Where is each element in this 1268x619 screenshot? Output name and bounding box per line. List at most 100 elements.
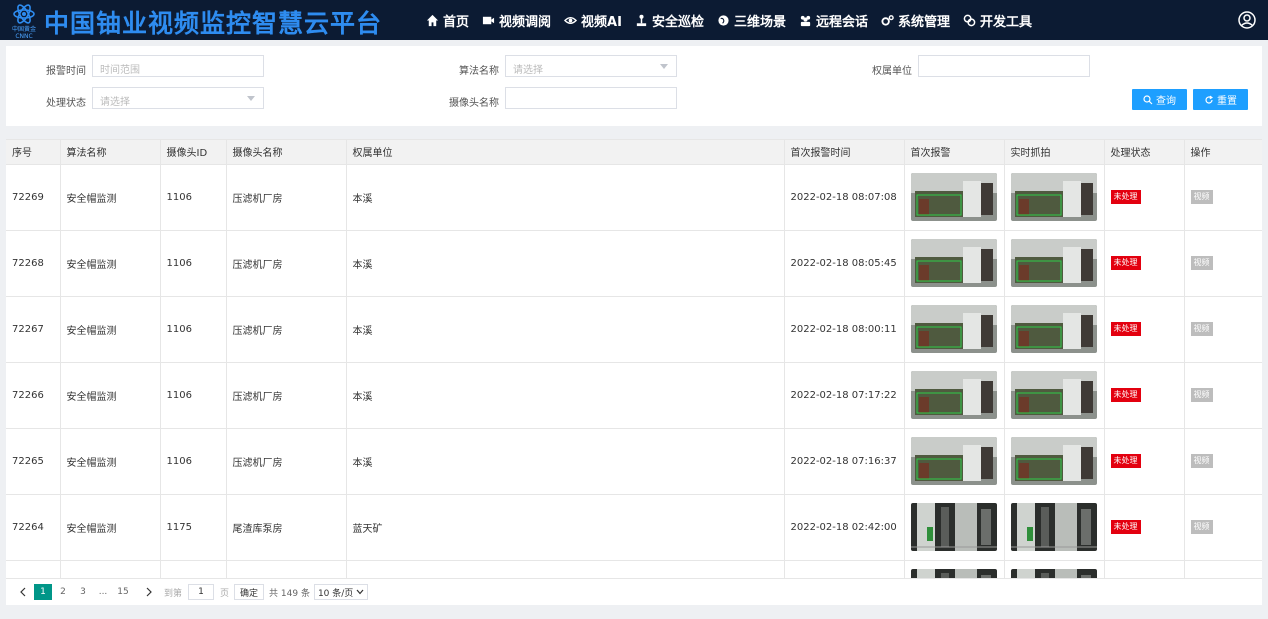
status-badge: 未处理 xyxy=(1110,190,1141,204)
cell-first-alarm-time: 2022-02-18 07:17:22 xyxy=(784,362,905,429)
nav-video-ai[interactable]: 视频AI xyxy=(564,11,622,30)
cell-id: 72268 xyxy=(6,230,61,297)
table-row[interactable]: 72264 安全帽监测 1175 尾渣库泵房 蓝天矿 2022-02-18 02:42:0… xyxy=(6,494,1262,561)
status-badge: 未处理 xyxy=(1110,256,1141,270)
cell-camera-name: 尾渣库泵房 xyxy=(226,494,347,561)
tools-icon xyxy=(963,14,976,26)
status-select[interactable]: 请选择 xyxy=(92,87,264,109)
nav-label: 三维场景 xyxy=(733,14,786,30)
algorithm-select[interactable]: 请选择 xyxy=(505,55,677,77)
camera-snapshot-image[interactable] xyxy=(1010,239,1097,287)
cell-camera-name: 压滤机厂房 xyxy=(226,296,347,363)
goto-page-input[interactable]: 1 xyxy=(188,584,215,600)
nav-video-view[interactable]: 视频调阅 xyxy=(482,11,551,30)
nav-home[interactable]: 首页 xyxy=(426,11,469,30)
camera-snapshot-image[interactable] xyxy=(1010,503,1097,551)
video-button[interactable]: 视频 xyxy=(1190,520,1213,534)
reset-button-label: 重置 xyxy=(1217,96,1237,107)
nav-3d-scene[interactable]: 三维场景 xyxy=(717,11,786,30)
search-button[interactable]: 查询 xyxy=(1132,89,1187,110)
cell-camera-id: 1106 xyxy=(160,230,227,297)
cell-status: 未处理 xyxy=(1104,428,1185,495)
cell-id: 72264 xyxy=(6,494,61,561)
column-header: 首次报警 xyxy=(904,140,1005,165)
table-row[interactable]: 72269 安全帽监测 1106 压滤机厂房 本溪 2022-02-18 08:07:08… xyxy=(6,164,1262,231)
camera-snapshot-image[interactable] xyxy=(1010,173,1097,221)
pagination: 1 2 3 ... 15 到第 1 页 确定 共 149 条 10 条/页 xyxy=(6,578,1262,605)
chevron-down-icon xyxy=(247,96,255,101)
column-header: 操作 xyxy=(1184,140,1262,165)
camera-snapshot-image[interactable] xyxy=(1010,569,1097,578)
camera-snapshot-image[interactable] xyxy=(1010,437,1097,485)
search-icon xyxy=(1143,94,1153,104)
page-button-3[interactable]: 3 xyxy=(74,584,92,600)
video-button[interactable]: 视频 xyxy=(1190,190,1213,204)
camera-snapshot-image[interactable] xyxy=(910,503,997,551)
page-button-1[interactable]: 1 xyxy=(34,584,52,600)
video-button[interactable]: 视频 xyxy=(1190,388,1213,402)
cell-owner-unit: 蓝天矿 xyxy=(346,494,785,561)
cell-camera-name: 压滤机厂房 xyxy=(226,362,347,429)
video-button[interactable]: 视频 xyxy=(1190,256,1213,270)
cell-algorithm: 安全帽监测 xyxy=(60,230,161,297)
camera-snapshot-image[interactable] xyxy=(1010,305,1097,353)
camera-snapshot-image[interactable] xyxy=(910,371,997,419)
prev-page-button[interactable] xyxy=(14,584,32,600)
status-badge: 未处理 xyxy=(1110,388,1141,402)
camera-snapshot-image[interactable] xyxy=(910,173,997,221)
nav-system-management[interactable]: 系统管理 xyxy=(881,11,950,30)
user-circle-icon[interactable] xyxy=(1238,11,1256,29)
users-icon xyxy=(800,15,811,26)
cell-first-alarm-time: 2022-02-18 02:42:00 xyxy=(784,494,905,561)
nav-label: 开发工具 xyxy=(980,14,1033,30)
page-button-2[interactable]: 2 xyxy=(54,584,72,600)
reset-button[interactable]: 重置 xyxy=(1193,89,1248,110)
owner-unit-label: 权属单位 xyxy=(872,66,912,77)
camera-snapshot-image[interactable] xyxy=(910,305,997,353)
globe-icon xyxy=(718,14,729,26)
table-row[interactable] xyxy=(6,560,1262,578)
cell-camera-id: 1106 xyxy=(160,296,227,363)
next-page-button[interactable] xyxy=(140,584,158,600)
chevron-right-icon xyxy=(146,587,152,597)
home-icon xyxy=(426,14,439,26)
video-camera-icon xyxy=(482,16,495,24)
table-row[interactable]: 72267 安全帽监测 1106 压滤机厂房 本溪 2022-02-18 08:00:11… xyxy=(6,296,1262,363)
video-button[interactable]: 视频 xyxy=(1190,322,1213,336)
cell-owner-unit: 本溪 xyxy=(346,296,785,363)
cell-first-alarm-image xyxy=(904,428,1005,495)
nav-label: 首页 xyxy=(443,14,470,30)
cell-action xyxy=(1184,560,1262,578)
cell-realtime-snapshot xyxy=(1004,362,1105,429)
table-row[interactable]: 72268 安全帽监测 1106 压滤机厂房 本溪 2022-02-18 08:05:45… xyxy=(6,230,1262,297)
camera-snapshot-image[interactable] xyxy=(910,239,997,287)
owner-unit-input[interactable] xyxy=(918,55,1090,77)
nav-label: 安全巡检 xyxy=(651,14,704,30)
table-row[interactable]: 72266 安全帽监测 1106 压滤机厂房 本溪 2022-02-18 07:17:22… xyxy=(6,362,1262,429)
alarm-time-input[interactable]: 时间范围 xyxy=(92,55,264,77)
camera-snapshot-image[interactable] xyxy=(910,437,997,485)
filter-panel: 报警时间 时间范围 算法名称 请选择 权属单位 处理状态 请选择 摄像头名称 查… xyxy=(6,46,1262,126)
app-title: 中国铀业视频监控智慧云平台 xyxy=(44,9,383,38)
cell-camera-name: 压滤机厂房 xyxy=(226,428,347,495)
nav-dev-tools[interactable]: 开发工具 xyxy=(963,11,1032,30)
table-row[interactable]: 72265 安全帽监测 1106 压滤机厂房 本溪 2022-02-18 07:16:37… xyxy=(6,428,1262,495)
nav-safety-patrol[interactable]: 安全巡检 xyxy=(635,11,704,30)
cell-camera-name: 压滤机厂房 xyxy=(226,164,347,231)
page-button-15[interactable]: 15 xyxy=(114,584,132,600)
column-header: 首次报警时间 xyxy=(784,140,905,165)
cell-id: 72265 xyxy=(6,428,61,495)
cell-status: 未处理 xyxy=(1104,362,1185,429)
page-size-select[interactable]: 10 条/页 xyxy=(313,584,369,600)
video-button[interactable]: 视频 xyxy=(1190,454,1213,468)
confirm-page-button[interactable]: 确定 xyxy=(234,584,265,600)
cell-id: 72269 xyxy=(6,164,61,231)
status-label: 处理状态 xyxy=(46,98,86,109)
top-navbar: 中国黄金 CNNC 中国铀业视频监控智慧云平台 首页 视频调阅 视频AI 安全巡… xyxy=(0,0,1268,40)
camera-snapshot-image[interactable] xyxy=(1010,371,1097,419)
nav-label: 远程会话 xyxy=(815,14,868,30)
camera-snapshot-image[interactable] xyxy=(910,569,997,578)
chevron-left-icon xyxy=(20,587,26,597)
camera-name-input[interactable] xyxy=(505,87,677,109)
nav-remote-session[interactable]: 远程会话 xyxy=(799,11,868,30)
